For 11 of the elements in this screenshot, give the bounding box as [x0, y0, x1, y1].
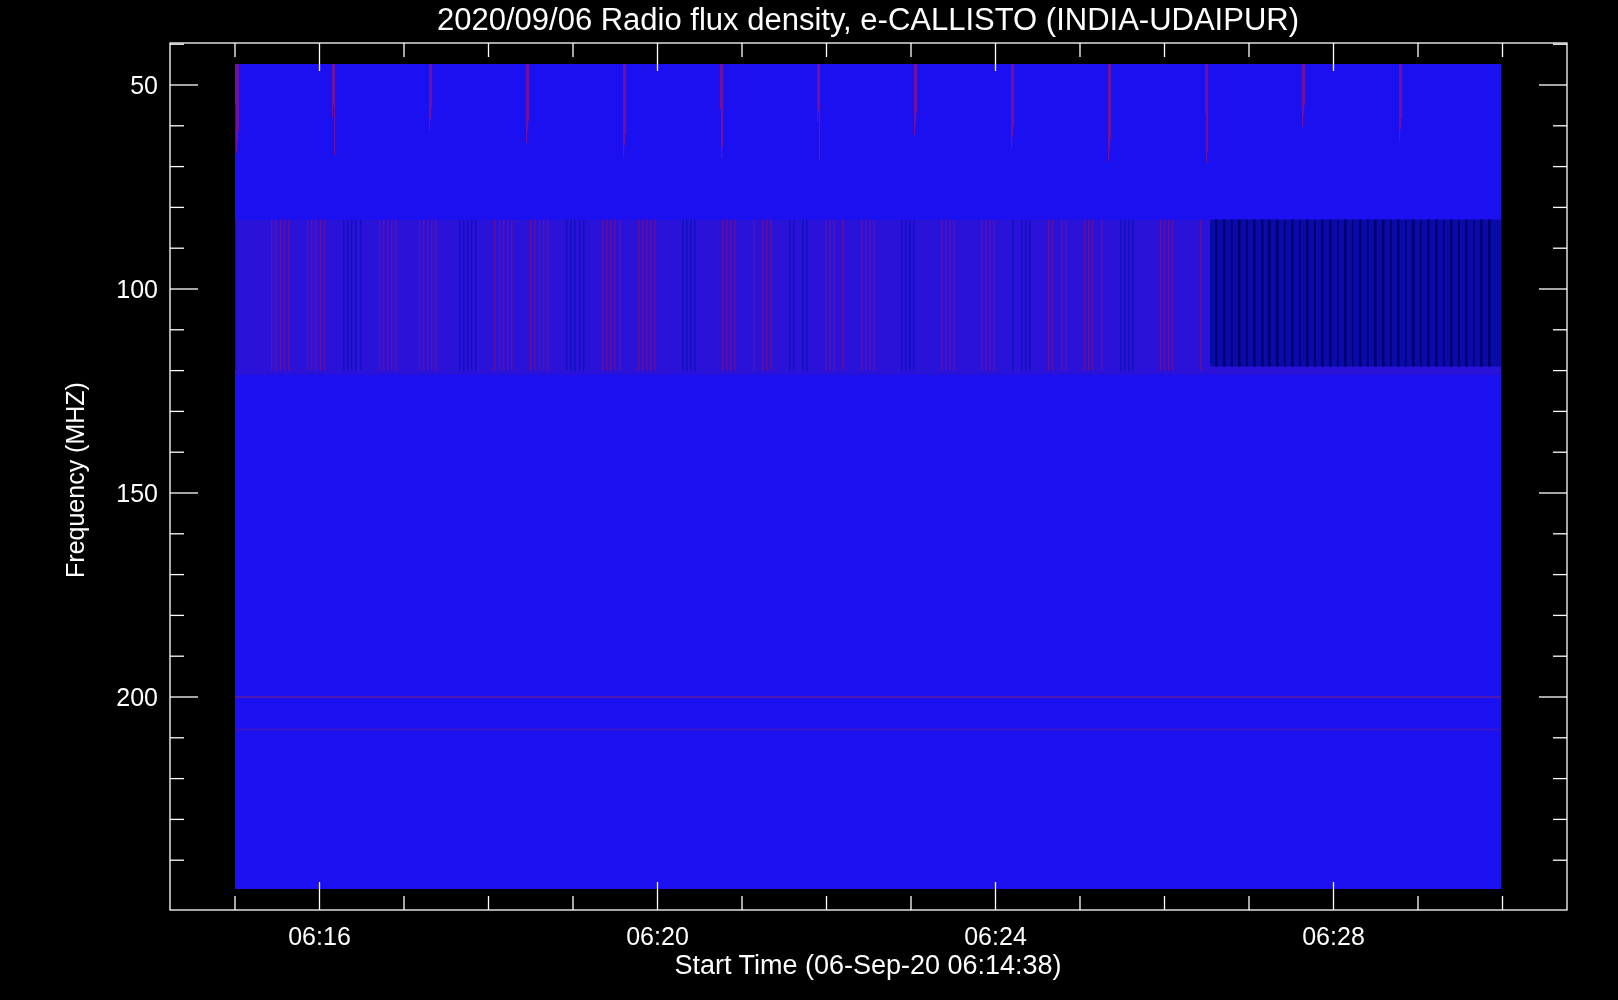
x-axis-label: Start Time (06-Sep-20 06:14:38) [674, 950, 1062, 980]
x-tick-label: 06:20 [626, 922, 689, 950]
chart-title: 2020/09/06 Radio flux density, e-CALLISTO (INDIA-UDAIPUR) [437, 2, 1299, 37]
y-tick-label: 100 [116, 275, 158, 303]
y-tick-label: 150 [116, 479, 158, 507]
y-axis-label: Frequency (MHZ) [61, 382, 89, 578]
x-tick-label: 06:16 [288, 922, 351, 950]
x-tick-label: 06:24 [964, 922, 1027, 950]
y-tick-label: 200 [116, 683, 158, 711]
x-tick-label: 06:28 [1302, 922, 1365, 950]
y-tick-label: 50 [130, 71, 158, 99]
